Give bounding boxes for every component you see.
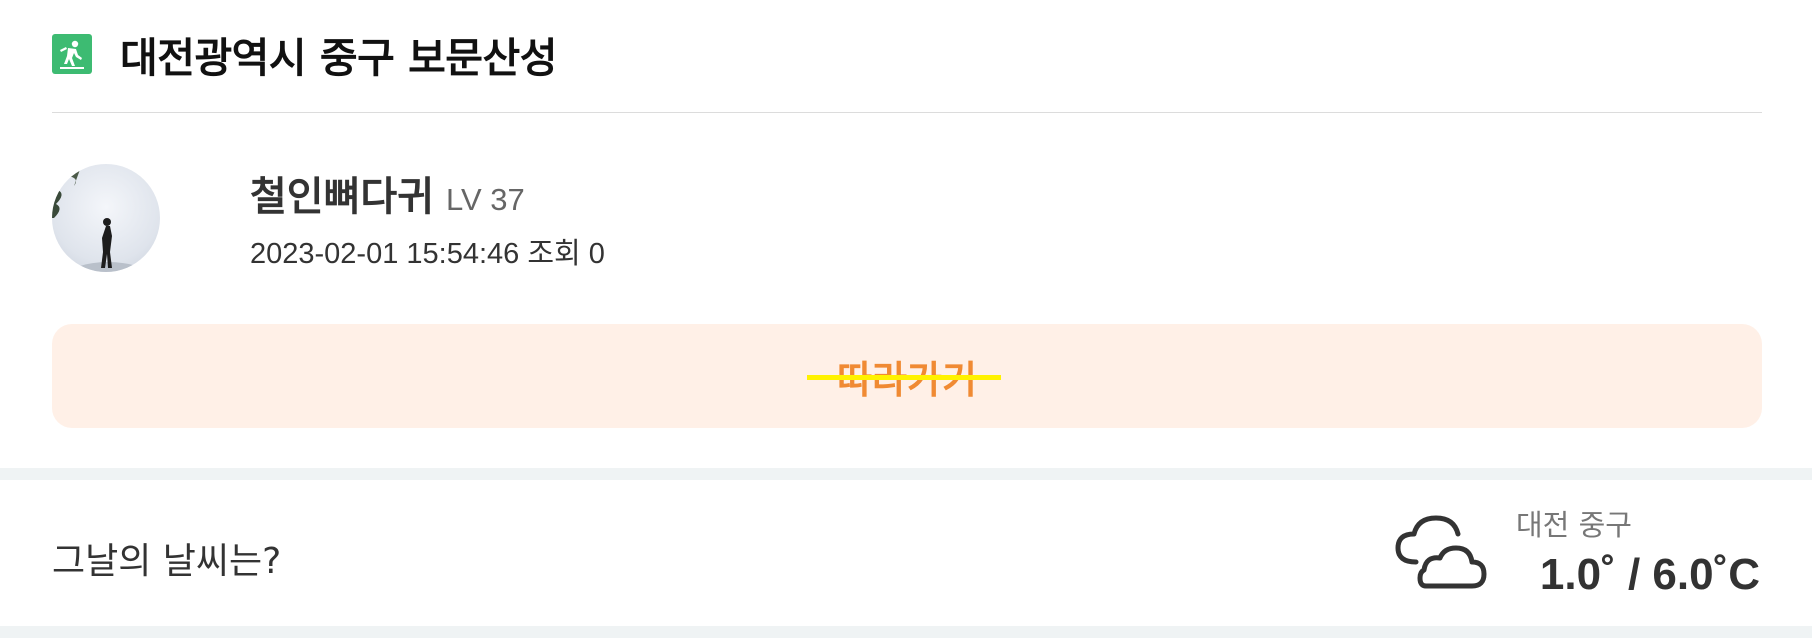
mountain-climbing-icon <box>52 34 92 74</box>
author-level: LV 37 <box>446 182 525 217</box>
post-datetime: 2023-02-01 15:54:46 <box>250 238 520 270</box>
follow-button[interactable]: 따라가기 <box>52 324 1762 428</box>
author-name[interactable]: 철인뼈다귀 <box>250 164 434 222</box>
cloud-icon <box>1392 512 1488 596</box>
views-label: 조회 <box>527 238 581 270</box>
author-info: 철인뼈다귀 LV 37 2023-02-01 15:54:46 조회 0 <box>250 164 605 272</box>
post-meta: 2023-02-01 15:54:46 조회 0 <box>250 230 605 272</box>
weather-location: 대전 중구 <box>1516 508 1632 542</box>
page-header: 대전광역시 중구 보문산성 <box>52 24 557 84</box>
follow-label-wrap: 따라가기 <box>807 349 1001 404</box>
header-divider <box>52 112 1762 113</box>
section-divider <box>0 468 1812 480</box>
weather-question: 그날의 날씨는? <box>52 541 282 582</box>
weather-section: 그날의 날씨는? 대전 중구 1.0˚ / 6.0˚C <box>0 480 1812 626</box>
weather-temperature: 1.0˚ / 6.0˚C <box>1539 550 1760 599</box>
author-name-line: 철인뼈다귀 LV 37 <box>250 164 605 222</box>
author-row: 철인뼈다귀 LV 37 2023-02-01 15:54:46 조회 0 <box>52 164 605 272</box>
avatar[interactable] <box>52 164 160 272</box>
page-title: 대전광역시 중구 보문산성 <box>120 34 557 82</box>
follow-strike-highlight <box>807 375 1001 380</box>
section-divider-bottom <box>0 626 1812 638</box>
views-count: 0 <box>588 238 605 270</box>
